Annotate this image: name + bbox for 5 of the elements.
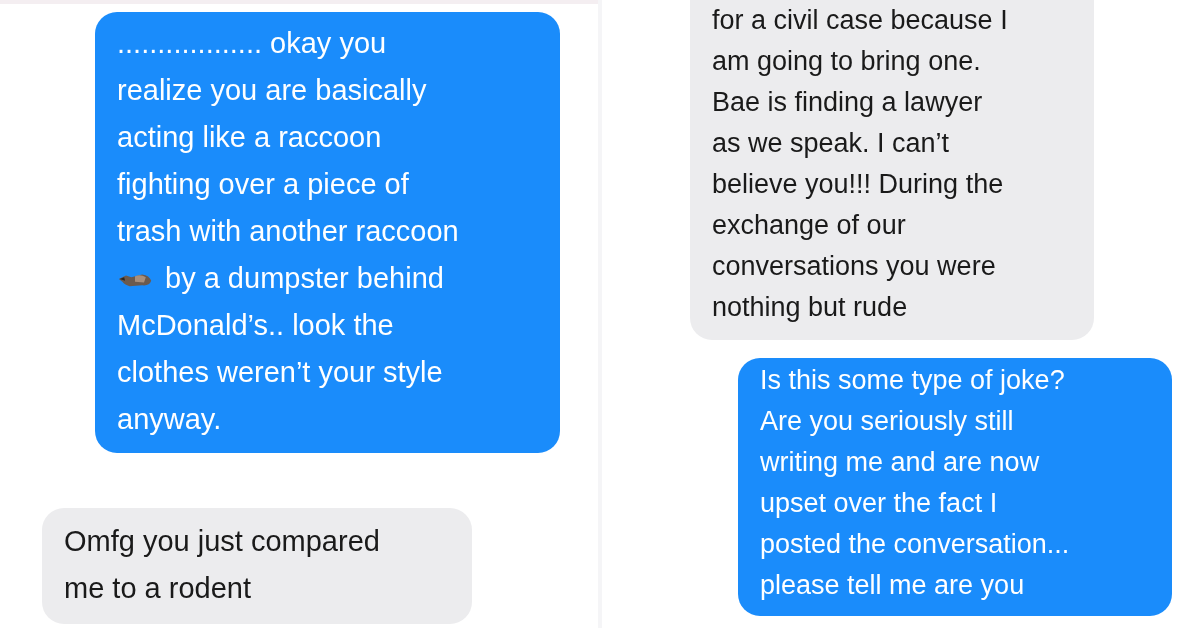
message-text: Omfg you just compared me to a rodent [64, 524, 381, 606]
message-text: for a civil case because I am going to bring one. Bae is finding a lawyer as we speak. I can’t believe you!!! During the exchange of our conversations you were nothing but rude [712, 4, 1009, 324]
message-text: Is this some type of joke? Are you seriously still writing me and are now upset over the fact I posted the conversation... please tell me are you [760, 364, 1071, 602]
message-text: McDonald’s.. look the clothes weren’t your style anyway. [117, 308, 444, 437]
message-text: by a dumpster behind [165, 261, 444, 296]
